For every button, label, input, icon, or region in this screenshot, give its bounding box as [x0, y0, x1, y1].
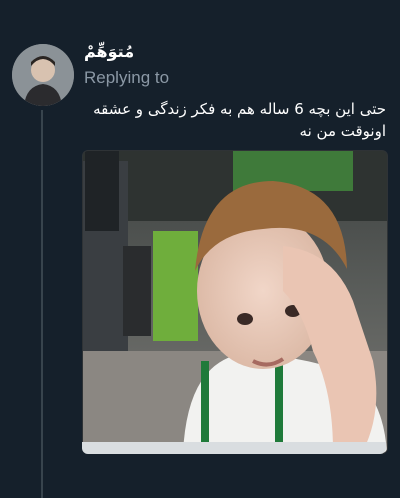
tweet-reply: مُتوَهِّمْ Replying to حتی این بچه 6 سال…	[0, 0, 400, 498]
thread-line	[41, 110, 43, 498]
tweet-image[interactable]	[82, 150, 388, 454]
user-photo-icon	[12, 44, 74, 106]
tweet-text: حتی این بچه 6 ساله هم به فکر زندگی و عشق…	[93, 100, 386, 140]
media-footer-strip	[82, 442, 386, 454]
photo-icon	[83, 151, 387, 453]
author-name[interactable]: مُتوَهِّمْ	[84, 42, 134, 61]
replying-to-label: Replying to	[84, 68, 170, 87]
avatar[interactable]	[12, 44, 74, 106]
